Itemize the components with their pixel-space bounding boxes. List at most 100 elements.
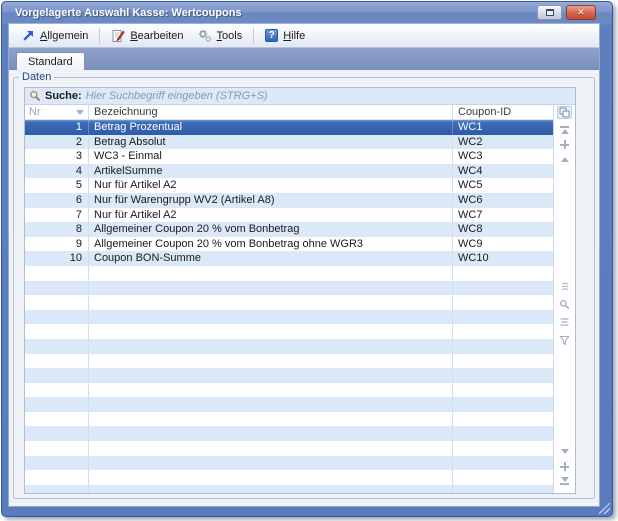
app-window: Vorgelagerte Auswahl Kasse: Wertcoupons …: [1, 1, 613, 517]
cell-bez: [89, 339, 453, 354]
cell-nr: 3: [25, 149, 89, 164]
cell-cid: [453, 310, 553, 325]
filter-icon: [559, 335, 570, 346]
empty-row: [25, 295, 553, 310]
cell-nr: [25, 266, 89, 281]
table-row[interactable]: 1Betrag ProzentualWC1: [25, 120, 553, 135]
empty-row: [25, 368, 553, 383]
table-row[interactable]: 10Coupon BON-SummeWC10: [25, 251, 553, 266]
table-body: 1Betrag ProzentualWC12Betrag AbsolutWC23…: [25, 120, 553, 493]
cell-cid: WC4: [453, 164, 553, 179]
cell-bez: [89, 470, 453, 485]
cell-bez: Allgemeiner Coupon 20 % vom Bonbetrag oh…: [89, 237, 453, 252]
table-row[interactable]: 9Allgemeiner Coupon 20 % vom Bonbetrag o…: [25, 237, 553, 252]
step-up-button[interactable]: [560, 137, 569, 152]
cell-bez: Nur für Artikel A2: [89, 178, 453, 193]
menu-item-tools[interactable]: Tools: [191, 27, 250, 45]
cell-nr: 9: [25, 237, 89, 252]
column-header-bezeichnung[interactable]: Bezeichnung: [89, 105, 453, 119]
cell-nr: [25, 470, 89, 485]
cell-bez: [89, 354, 453, 369]
cell-nr: [25, 397, 89, 412]
resize-grip[interactable]: [598, 502, 610, 514]
empty-row: [25, 397, 553, 412]
close-icon: ✕: [577, 7, 585, 18]
cell-nr: 8: [25, 222, 89, 237]
table-zone: Nr Bezeichnung Coupon-ID: [25, 105, 575, 493]
cell-bez: [89, 412, 453, 427]
cell-bez: [89, 485, 453, 493]
column-chooser-button[interactable]: [557, 106, 572, 119]
column-header-nr[interactable]: Nr: [25, 105, 89, 119]
page-down-button[interactable]: [561, 444, 569, 459]
cell-cid: WC7: [453, 208, 553, 223]
empty-row: [25, 310, 553, 325]
cell-bez: [89, 383, 453, 398]
side-tool-buttons: [554, 277, 575, 349]
cell-nr: 6: [25, 193, 89, 208]
title-bar[interactable]: Vorgelagerte Auswahl Kasse: Wertcoupons …: [2, 2, 612, 24]
table-row[interactable]: 3WC3 - EinmalWC3: [25, 149, 553, 164]
close-button[interactable]: ✕: [566, 5, 596, 20]
empty-row: [25, 324, 553, 339]
sort-descending-icon: [76, 110, 84, 115]
cell-bez: Allgemeiner Coupon 20 % vom Bonbetrag: [89, 222, 453, 237]
filter-button[interactable]: [554, 331, 575, 349]
cell-bez: [89, 456, 453, 471]
table-row[interactable]: 2Betrag AbsolutWC2: [25, 135, 553, 150]
cell-bez: Betrag Absolut: [89, 135, 453, 150]
cell-nr: [25, 456, 89, 471]
table-row[interactable]: 5Nur für Artikel A2WC5: [25, 178, 553, 193]
restore-button[interactable]: [537, 5, 562, 20]
table-row[interactable]: 6Nur für Warengrupp WV2 (Artikel A8)WC6: [25, 193, 553, 208]
window-title: Vorgelagerte Auswahl Kasse: Wertcoupons: [15, 7, 242, 19]
empty-row: [25, 266, 553, 281]
empty-row: [25, 485, 553, 493]
cell-bez: [89, 397, 453, 412]
cell-cid: [453, 368, 553, 383]
cell-cid: WC10: [453, 251, 553, 266]
cell-nr: 1: [25, 120, 89, 135]
go-first-button[interactable]: [560, 122, 569, 137]
cell-cid: [453, 266, 553, 281]
go-last-button[interactable]: [560, 474, 569, 489]
cell-nr: [25, 295, 89, 310]
cell-nr: 2: [25, 135, 89, 150]
export-button[interactable]: [554, 313, 575, 331]
cell-bez: Coupon BON-Summe: [89, 251, 453, 266]
step-down-button[interactable]: [560, 459, 569, 474]
column-chooser-icon: [559, 107, 570, 118]
search-input[interactable]: [86, 90, 571, 102]
menu-item-bearbeiten[interactable]: Bearbeiten: [104, 27, 190, 45]
groupbox-label: Daten: [19, 71, 54, 83]
cell-bez: [89, 295, 453, 310]
zoom-button[interactable]: [554, 295, 575, 313]
column-header-coupon-id[interactable]: Coupon-ID: [453, 105, 553, 119]
cell-nr: [25, 339, 89, 354]
cell-cid: WC1: [453, 120, 553, 135]
coupon-table: Nr Bezeichnung Coupon-ID: [25, 105, 553, 493]
cell-nr: [25, 324, 89, 339]
empty-row: [25, 281, 553, 296]
screen: Vorgelagerte Auswahl Kasse: Wertcoupons …: [0, 0, 618, 521]
magnifier-icon: [559, 299, 570, 310]
cell-cid: [453, 339, 553, 354]
table-row[interactable]: 7Nur für Artikel A2WC7: [25, 208, 553, 223]
cell-cid: WC6: [453, 193, 553, 208]
search-bar[interactable]: Suche:: [25, 88, 575, 105]
edit-icon: [111, 29, 125, 43]
data-panel: Suche: Nr: [24, 87, 576, 494]
page-up-button[interactable]: [561, 152, 569, 167]
empty-row: [25, 441, 553, 456]
menu-item-hilfe[interactable]: ? Hilfe: [258, 27, 312, 44]
toolbar-separator: [99, 28, 100, 44]
table-row[interactable]: 4ArtikelSummeWC4: [25, 164, 553, 179]
search-label: Suche:: [45, 90, 82, 102]
table-row[interactable]: 8Allgemeiner Coupon 20 % vom BonbetragWC…: [25, 222, 553, 237]
cell-bez: [89, 368, 453, 383]
collapse-panel-button[interactable]: [554, 277, 575, 295]
tab-standard[interactable]: Standard: [16, 52, 85, 70]
cell-bez: [89, 310, 453, 325]
tab-page: Daten Suche:: [9, 70, 599, 506]
menu-item-allgemein[interactable]: Allgemein: [15, 27, 95, 44]
